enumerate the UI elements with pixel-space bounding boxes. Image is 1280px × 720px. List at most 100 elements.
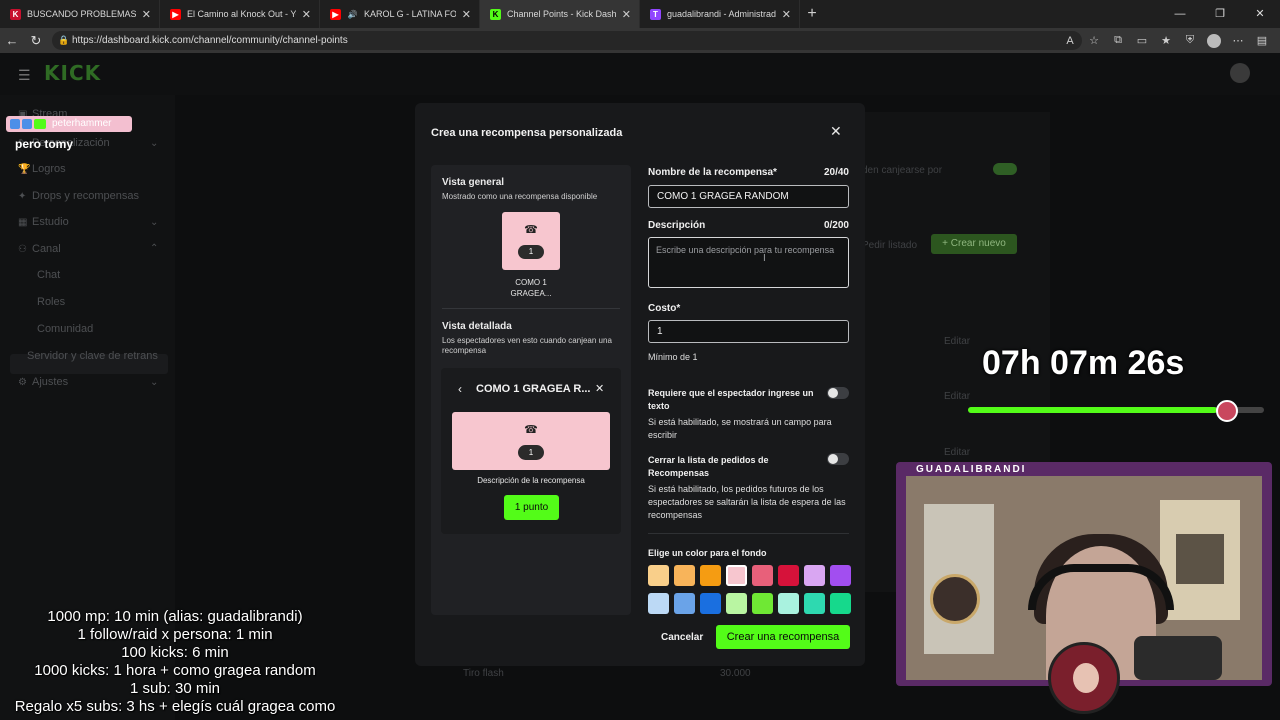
profile-avatar[interactable] xyxy=(1207,33,1221,48)
close-tab-icon[interactable]: ✕ xyxy=(622,8,631,21)
browser-tab[interactable]: K BUSCANDO PROBLEMAS EN FLOR ✕ xyxy=(0,0,160,28)
chevron-down-icon[interactable]: ⌄ xyxy=(150,377,158,388)
sidebar-item-drops[interactable]: ✦ Drops y recompensas xyxy=(18,190,139,202)
user-avatar[interactable] xyxy=(1230,63,1250,83)
chevron-up-icon[interactable]: ⌃ xyxy=(150,243,158,254)
create-reward-button[interactable]: Crear una recompensa xyxy=(716,625,850,649)
speaker-icon[interactable]: 🔊 xyxy=(347,9,358,20)
sidebar-item-ajustes[interactable]: ⚙ Ajustes xyxy=(18,376,68,388)
back-icon[interactable]: ← xyxy=(0,33,24,48)
close-tab-icon[interactable]: ✕ xyxy=(782,8,791,21)
close-window-icon[interactable]: ✕ xyxy=(1240,0,1280,28)
color-swatch[interactable] xyxy=(726,565,747,586)
chevron-down-icon[interactable]: ⌄ xyxy=(150,217,158,228)
browser-tab[interactable]: ▶ El Camino al Knock Out - YouTube ✕ xyxy=(160,0,320,28)
youtube-icon: ▶ xyxy=(170,8,181,20)
bg-toggle[interactable] xyxy=(993,163,1017,175)
card-caption: COMO 1 xyxy=(515,278,547,287)
sidebar-icon[interactable]: ▤ xyxy=(1250,34,1274,47)
kick-logo[interactable]: KICK xyxy=(44,61,101,85)
color-swatch[interactable] xyxy=(804,565,825,586)
sidebar-item-servidor[interactable]: Servidor y clave de retrans xyxy=(27,350,158,362)
sidebar-item-label: Comunidad xyxy=(37,323,94,335)
color-swatch[interactable] xyxy=(726,593,747,614)
restore-icon[interactable]: ❐ xyxy=(1200,0,1240,28)
shield-icon[interactable]: ⛨ xyxy=(1178,34,1202,47)
close-queue-label: Cerrar la lista de pedidos de Recompensa… xyxy=(648,455,769,478)
close-tab-icon[interactable]: ✕ xyxy=(302,8,311,21)
extensions-icon[interactable]: ⧉ xyxy=(1106,34,1130,47)
goal-line: 1000 mp: 10 min (alias: guadalibrandi) xyxy=(47,608,303,625)
color-swatch[interactable] xyxy=(778,593,799,614)
color-label: Elige un color para el fondo xyxy=(648,548,767,558)
color-swatch[interactable] xyxy=(778,565,799,586)
color-swatch[interactable] xyxy=(674,565,695,586)
edit-button[interactable]: Editar xyxy=(944,391,970,402)
edit-button[interactable]: Editar xyxy=(944,336,970,347)
browser-tab[interactable]: ▶ 🔊 KAROL G - LATINA FOREVA ( ✕ xyxy=(320,0,480,28)
color-swatch[interactable] xyxy=(830,593,851,614)
timer-progress-fill xyxy=(968,407,1217,413)
split-screen-icon[interactable]: ▭ xyxy=(1130,34,1154,47)
goal-line: 1000 kicks: 1 hora + como gragea random xyxy=(34,662,316,679)
description-textarea[interactable]: Escribe una descripción para tu recompen… xyxy=(648,237,849,288)
tab-title: El Camino al Knock Out - YouTube xyxy=(187,9,296,19)
more-icon[interactable]: ⋯ xyxy=(1226,34,1250,47)
edit-button[interactable]: Editar xyxy=(944,447,970,458)
color-swatch[interactable] xyxy=(752,565,773,586)
close-queue-help: Si está habilitado, los pedidos futuros … xyxy=(648,484,846,520)
color-swatch[interactable] xyxy=(700,565,721,586)
sidebar-item-label: Drops y recompensas xyxy=(32,190,139,202)
gear-icon: ⚙ xyxy=(18,377,27,388)
sidebar-item-comunidad[interactable]: Comunidad xyxy=(37,323,93,335)
goal-line: Regalo x5 subs: 3 hs + elegís cuál grage… xyxy=(14,698,336,715)
redeem-points-button[interactable]: 1 punto xyxy=(504,495,559,520)
color-swatch[interactable] xyxy=(752,593,773,614)
people-icon: ⚇ xyxy=(18,244,27,255)
reward-card-large: ☎ 1 xyxy=(452,412,610,470)
minimize-icon[interactable]: — xyxy=(1160,0,1200,28)
url-field[interactable]: 🔒 https://dashboard.kick.com/channel/com… xyxy=(52,31,1082,50)
chevron-down-icon[interactable]: ⌄ xyxy=(150,138,158,149)
browser-tab[interactable]: T guadalibrandi - Administrador de ✕ xyxy=(640,0,800,28)
cost-input[interactable]: 1 xyxy=(648,320,849,343)
description-char-count: 0/200 xyxy=(823,220,849,231)
bg-pedir-listado[interactable]: Pedir listado xyxy=(862,240,917,251)
text-cursor-icon: I xyxy=(763,253,766,264)
favorites-icon[interactable]: ★ xyxy=(1154,34,1178,47)
color-swatch[interactable] xyxy=(674,593,695,614)
create-new-button[interactable]: + Crear nuevo xyxy=(931,234,1017,254)
close-tab-icon[interactable]: ✕ xyxy=(142,8,151,21)
sidebar-item-chat[interactable]: Chat xyxy=(37,269,60,281)
sidebar-item-canal[interactable]: ⚇ Canal xyxy=(18,243,61,255)
color-swatch[interactable] xyxy=(804,593,825,614)
color-swatch[interactable] xyxy=(648,593,669,614)
close-icon[interactable]: ✕ xyxy=(595,382,604,395)
goal-line: 100 kicks: 6 min xyxy=(121,644,229,661)
headset-icon xyxy=(1028,564,1174,610)
favorite-star-icon[interactable]: ☆ xyxy=(1082,34,1106,47)
sidebar-item-estudio[interactable]: ▦ Estudio xyxy=(18,216,69,228)
reward-name-input[interactable]: COMO 1 GRAGEA RANDOM xyxy=(648,185,849,208)
close-icon[interactable]: ✕ xyxy=(830,123,842,140)
sidebar-item-logros[interactable]: 🏆 Logros xyxy=(18,163,66,175)
gift-box-icon: ☎ xyxy=(524,224,538,236)
chevron-left-icon[interactable]: ‹ xyxy=(458,382,462,396)
vtuber-avatar xyxy=(1048,642,1120,714)
sidebar-item-roles[interactable]: Roles xyxy=(37,296,65,308)
new-tab-button[interactable]: + xyxy=(800,5,824,23)
color-swatch[interactable] xyxy=(830,565,851,586)
close-queue-toggle[interactable] xyxy=(827,453,849,465)
read-aloud-icon[interactable]: A xyxy=(1058,35,1082,47)
color-swatch[interactable] xyxy=(648,565,669,586)
badge-icon xyxy=(10,119,20,129)
menu-icon[interactable]: ☰ xyxy=(18,67,31,84)
close-tab-icon[interactable]: ✕ xyxy=(462,8,471,21)
require-input-toggle[interactable] xyxy=(827,387,849,399)
color-swatch[interactable] xyxy=(700,593,721,614)
microphone xyxy=(1134,636,1222,680)
cancel-button[interactable]: Cancelar xyxy=(661,632,703,643)
chat-username: peterhammer xyxy=(52,118,112,129)
browser-tab-active[interactable]: K Channel Points - Kick Dashboard ✕ xyxy=(480,0,640,28)
refresh-icon[interactable]: ↻ xyxy=(24,33,48,49)
